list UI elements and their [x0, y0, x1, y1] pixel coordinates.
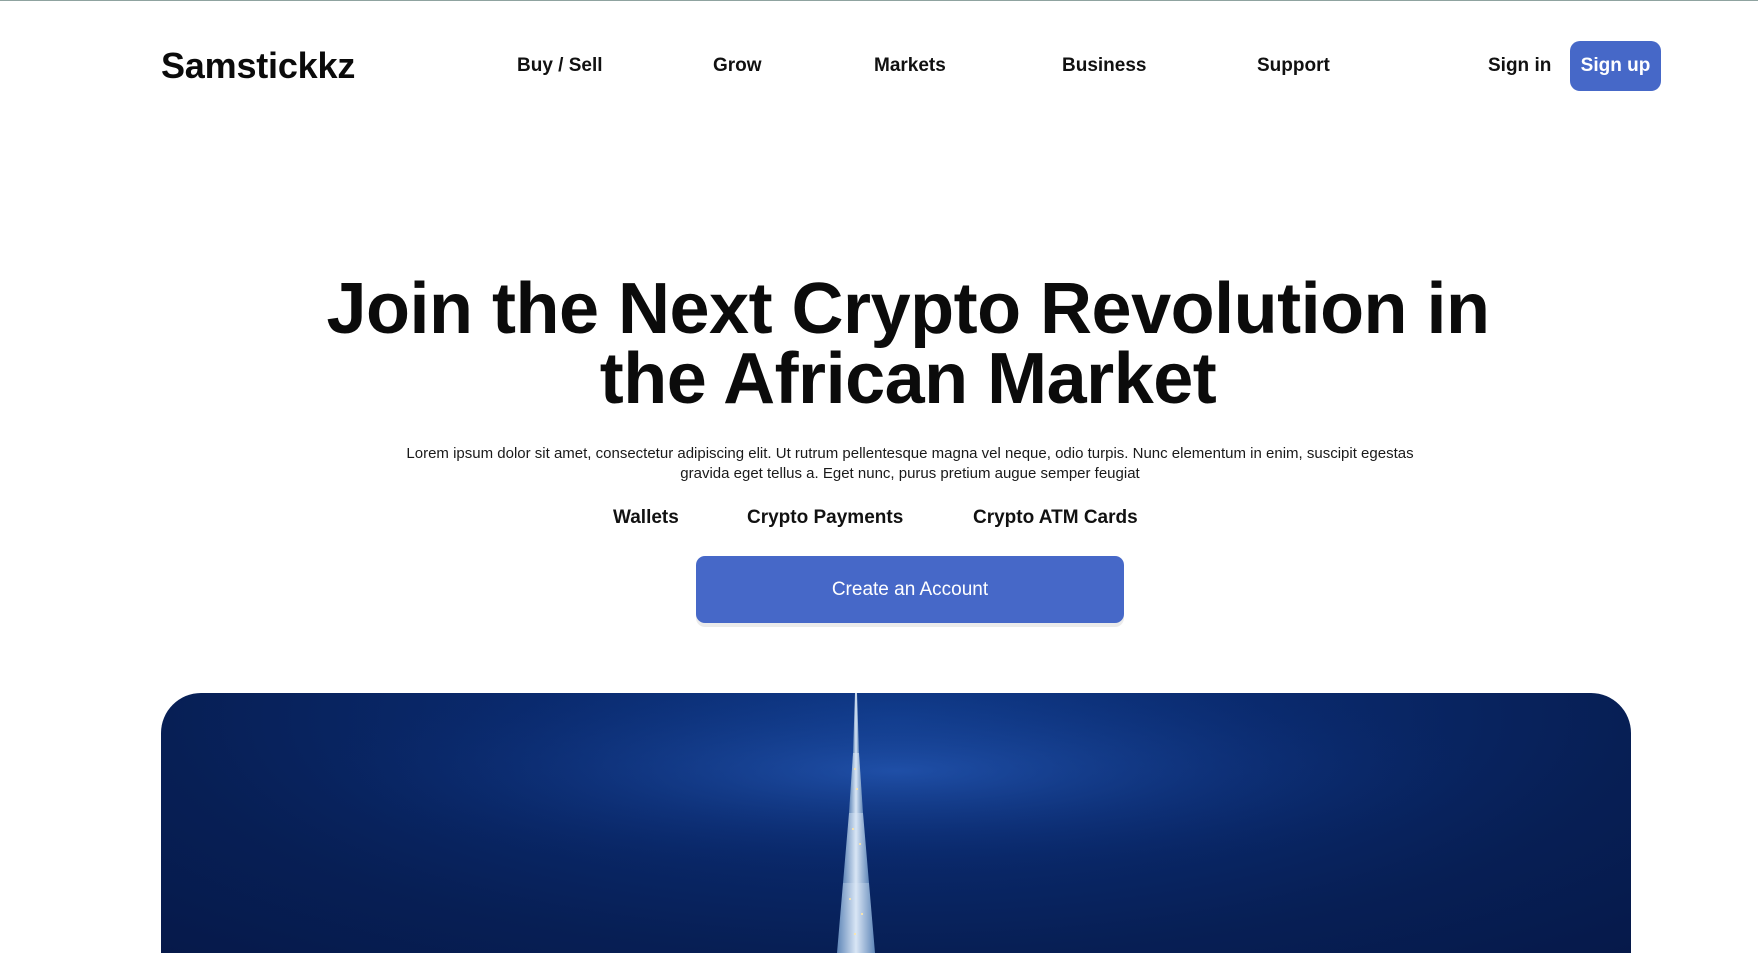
nav-link-buy-sell[interactable]: Buy / Sell: [517, 54, 603, 78]
nav-link-business[interactable]: Business: [1062, 54, 1146, 78]
hero-title: Join the Next Crypto Revolution in the A…: [0, 269, 1758, 419]
sign-up-button[interactable]: Sign up: [1570, 41, 1661, 91]
feature-crypto-atm-cards: Crypto ATM Cards: [973, 507, 1138, 528]
feature-wallets: Wallets: [613, 507, 679, 528]
sign-in-link[interactable]: Sign in: [1488, 54, 1551, 78]
nav-link-markets[interactable]: Markets: [874, 54, 946, 78]
brand-logo[interactable]: Samstickkz: [161, 44, 355, 88]
nav-link-grow[interactable]: Grow: [713, 54, 762, 78]
nav-link-support[interactable]: Support: [1257, 54, 1330, 78]
hero-image-city-tower: [161, 693, 1631, 953]
tower-illustration: [161, 693, 1631, 953]
hero-subtitle: Lorem ipsum dolor sit amet, consectetur …: [406, 445, 1414, 482]
hero-title-line-2: the African Market: [599, 339, 1217, 419]
feature-crypto-payments: Crypto Payments: [747, 507, 904, 528]
hero-title-line-1: Join the Next Crypto Revolution in: [326, 269, 1490, 349]
feature-list: Wallets Crypto Payments Crypto ATM Cards: [0, 506, 1758, 530]
top-navigation: Samstickkz Buy / Sell Grow Markets Busin…: [0, 0, 1758, 132]
create-account-button[interactable]: Create an Account: [696, 556, 1124, 623]
